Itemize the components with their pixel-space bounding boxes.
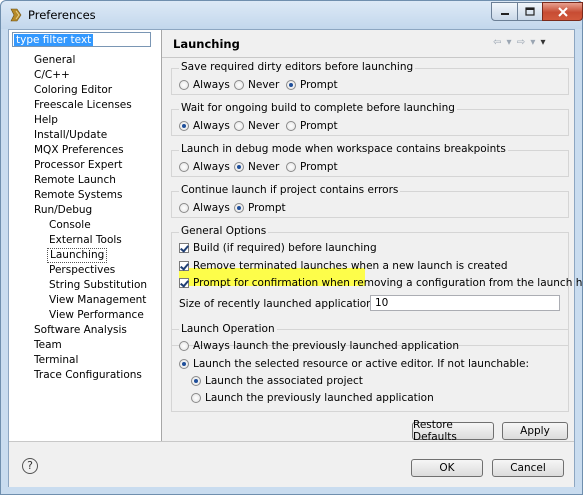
apply-button[interactable]: Apply — [502, 422, 568, 440]
filter-text: type filter text — [14, 34, 94, 46]
radio-button[interactable] — [179, 162, 189, 172]
minimize-button[interactable] — [491, 2, 518, 21]
tree-item-install-update[interactable]: Install/Update — [32, 128, 109, 143]
save-dirty-prompt[interactable]: Prompt — [286, 79, 338, 91]
debug-mode-never[interactable]: Never — [234, 161, 279, 173]
wait-build-never[interactable]: Never — [234, 120, 279, 132]
tree-item-string-substitution[interactable]: String Substitution — [47, 278, 149, 293]
tree-item-console[interactable]: Console — [47, 218, 93, 233]
radio-button-selected[interactable] — [179, 359, 189, 369]
back-arrow-icon[interactable]: ⇦ ▾ — [493, 37, 513, 48]
cancel-button[interactable]: Cancel — [492, 459, 564, 477]
window-title: Preferences — [28, 8, 96, 22]
save-dirty-always[interactable]: Always — [179, 79, 230, 91]
launch-associated-project-radio[interactable]: Launch the associated project — [191, 375, 363, 387]
checkbox-checked[interactable] — [179, 243, 189, 253]
close-window-button[interactable] — [542, 2, 583, 21]
debug-mode-label: Launch in debug mode when workspace cont… — [179, 143, 508, 155]
errors-label: Continue launch if project contains erro… — [179, 184, 401, 196]
save-dirty-label: Save required dirty editors before launc… — [179, 61, 416, 73]
tree-item-run-debug[interactable]: Run/Debug — [32, 203, 94, 218]
checkbox-checked[interactable] — [179, 278, 189, 288]
save-dirty-never[interactable]: Never — [234, 79, 279, 91]
tree-item-mqx-preferences[interactable]: MQX Preferences — [32, 143, 126, 158]
radio-button[interactable] — [179, 341, 189, 351]
preferences-tree-panel: type filter text General C/C++ Coloring Ed… — [9, 30, 161, 441]
tree-item-software-analysis[interactable]: Software Analysis — [32, 323, 129, 338]
eclipse-app-icon — [10, 8, 22, 22]
tree-item-remote-launch[interactable]: Remote Launch — [32, 173, 118, 188]
tree-item-view-performance[interactable]: View Performance — [47, 308, 146, 323]
tree-item-c-c[interactable]: C/C++ — [32, 68, 72, 83]
maximize-icon — [525, 7, 535, 16]
wait-build-always[interactable]: Always — [179, 120, 230, 132]
filter-input[interactable]: type filter text — [12, 32, 151, 47]
build-before-launch-checkbox[interactable]: Build (if required) before launching — [179, 242, 377, 254]
tree-item-team[interactable]: Team — [32, 338, 64, 353]
debug-mode-always[interactable]: Always — [179, 161, 230, 173]
recent-list-size-input[interactable]: 10 — [370, 295, 560, 311]
radio-button-selected[interactable] — [191, 376, 201, 386]
restore-defaults-button[interactable]: Restore Defaults — [412, 419, 494, 443]
radio-button-selected[interactable] — [234, 203, 244, 213]
maximize-button[interactable] — [517, 2, 543, 21]
launch-selected-resource-radio[interactable]: Launch the selected resource or active e… — [179, 358, 529, 370]
tree-item-perspectives[interactable]: Perspectives — [47, 263, 117, 278]
general-options-label: General Options — [179, 225, 269, 237]
radio-button[interactable] — [234, 121, 244, 131]
tree-item-coloring-editor[interactable]: Coloring Editor — [32, 83, 114, 98]
tree-item-launching[interactable]: Launching — [47, 248, 108, 263]
radio-button-selected[interactable] — [179, 121, 189, 131]
history-navigation[interactable]: ⇦ ▾ ⇨ ▾ ▾ — [493, 37, 547, 48]
title-bar[interactable]: Preferences — [1, 1, 583, 29]
prompt-confirmation-checkbox[interactable]: Prompt for confirmation when removing a … — [179, 277, 583, 289]
tree-item-view-management[interactable]: View Management — [47, 293, 148, 308]
debug-mode-prompt[interactable]: Prompt — [286, 161, 338, 173]
radio-button-selected[interactable] — [234, 162, 244, 172]
radio-button[interactable] — [286, 162, 296, 172]
radio-button[interactable] — [179, 80, 189, 90]
page-title: Launching — [173, 37, 240, 51]
checkbox-checked[interactable] — [179, 261, 189, 271]
launch-operation-label: Launch Operation — [179, 323, 277, 335]
tree-item-processor-expert[interactable]: Processor Expert — [32, 158, 124, 173]
tree-item-external-tools[interactable]: External Tools — [47, 233, 124, 248]
header-separator — [162, 57, 574, 58]
minimize-icon — [500, 12, 509, 15]
forward-arrow-icon[interactable]: ⇨ ▾ — [517, 37, 537, 48]
launch-previous-application-radio[interactable]: Launch the previously launched applicati… — [191, 392, 434, 404]
preferences-window: Preferences type filter text General C/C+… — [0, 0, 583, 495]
help-icon[interactable]: ? — [22, 458, 38, 474]
launching-page: Launching ⇦ ▾ ⇨ ▾ ▾ Save required dirty … — [162, 30, 583, 443]
tree-item-remote-systems[interactable]: Remote Systems — [32, 188, 124, 203]
view-menu-icon[interactable]: ▾ — [541, 37, 547, 48]
dialog-body: type filter text General C/C++ Coloring Ed… — [8, 29, 583, 487]
recent-list-size-label: Size of recently launched applications l… — [179, 298, 401, 310]
radio-button[interactable] — [234, 80, 244, 90]
dialog-footer: ? OK Cancel — [9, 441, 574, 487]
tree-item-trace-configurations[interactable]: Trace Configurations — [32, 368, 144, 383]
tree-item-terminal[interactable]: Terminal — [32, 353, 80, 368]
radio-button[interactable] — [286, 121, 296, 131]
always-launch-previous-radio[interactable]: Always launch the previously launched ap… — [179, 340, 459, 352]
wait-build-prompt[interactable]: Prompt — [286, 120, 338, 132]
tree-item-help[interactable]: Help — [32, 113, 60, 128]
radio-button-selected[interactable] — [286, 80, 296, 90]
tree-item-general[interactable]: General — [32, 53, 77, 68]
errors-prompt[interactable]: Prompt — [234, 202, 286, 214]
close-icon — [557, 6, 568, 17]
ok-button[interactable]: OK — [411, 459, 483, 477]
wait-build-label: Wait for ongoing build to complete befor… — [179, 102, 457, 114]
radio-button[interactable] — [191, 393, 201, 403]
radio-button[interactable] — [179, 203, 189, 213]
errors-always[interactable]: Always — [179, 202, 230, 214]
tree-item-freescale-licenses[interactable]: Freescale Licenses — [32, 98, 134, 113]
remove-terminated-checkbox[interactable]: Remove terminated launches when a new la… — [179, 260, 507, 272]
